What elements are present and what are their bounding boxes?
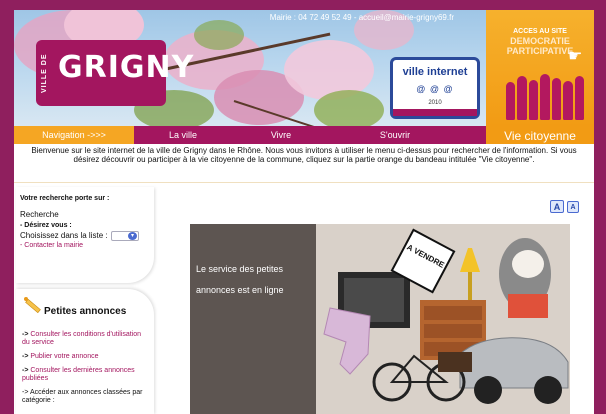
desirez-label: - Désirez vous : bbox=[20, 222, 72, 229]
nav-navigation[interactable]: Navigation ->>> bbox=[14, 126, 134, 144]
contact-info: Mairie : 04 72 49 52 49 - accueil@mairie… bbox=[269, 13, 454, 22]
page: Mairie : 04 72 49 52 49 - accueil@mairie… bbox=[14, 10, 594, 414]
feature-caption-line2: annonces est en ligne bbox=[196, 285, 284, 295]
car-wheel bbox=[534, 376, 562, 404]
crib bbox=[438, 352, 472, 372]
label-footer-stripe bbox=[393, 109, 477, 116]
label-year: 2010 bbox=[428, 100, 442, 106]
link-arrow: -> bbox=[22, 353, 29, 360]
logo-name: GRIGNY bbox=[58, 50, 195, 85]
leaves bbox=[194, 20, 244, 50]
logo[interactable]: VILLE DE GRIGNY bbox=[36, 40, 193, 106]
lamp-shade bbox=[460, 248, 480, 272]
nav-vie-citoyenne[interactable]: Vie citoyenne bbox=[486, 126, 594, 144]
search-label: Votre recherche porte sur : bbox=[20, 195, 110, 202]
logo-prefix: VILLE DE bbox=[41, 53, 48, 93]
annonces-access-text: -> Accéder aux annonces classées par cat… bbox=[22, 389, 143, 404]
democracy-line2: DEMOCRATIE bbox=[510, 36, 570, 46]
font-increase-button[interactable]: A bbox=[550, 200, 564, 213]
leaves bbox=[314, 90, 384, 126]
nav-souvrir[interactable]: S'ouvrir bbox=[356, 126, 434, 144]
democracy-banner[interactable]: ACCES AU SITE DEMOCRATIE PARTICIPATIVE ☛ bbox=[486, 10, 594, 126]
annonces-publier-link[interactable]: -> Publier votre annonce bbox=[22, 353, 148, 361]
label-icons: @ @ @ bbox=[416, 84, 454, 94]
cat-face bbox=[512, 250, 544, 278]
person-silhouette bbox=[575, 76, 584, 120]
annonces-title: Petites annonces bbox=[44, 306, 127, 317]
lamp-stand bbox=[468, 272, 472, 302]
person-silhouette bbox=[517, 76, 527, 120]
sidebar: Votre recherche porte sur : - Désirez vo… bbox=[14, 185, 159, 414]
ville-internet-label: ville internet @ @ @ 2010 bbox=[390, 57, 480, 119]
nav-vivre[interactable]: Vivre bbox=[246, 126, 316, 144]
feature-collage: A VENDRE bbox=[323, 228, 569, 404]
person-silhouette bbox=[563, 81, 573, 120]
car-wheel bbox=[474, 376, 502, 404]
person-silhouette bbox=[540, 74, 550, 120]
pencil-icon bbox=[24, 297, 41, 314]
choose-label: Choisissez dans la liste : bbox=[20, 231, 108, 240]
search-input[interactable] bbox=[20, 209, 82, 220]
annonces-dernieres-link[interactable]: -> Consulter les dernières annonces publ… bbox=[22, 367, 148, 383]
cat-blanket bbox=[508, 294, 548, 318]
link-arrow: -> bbox=[22, 331, 29, 338]
link-text: Consulter les conditions d'utilisation d… bbox=[22, 331, 142, 346]
person-silhouette bbox=[506, 82, 515, 120]
divider bbox=[14, 182, 594, 183]
annonces-conditions-link[interactable]: -> Consulter les conditions d'utilisatio… bbox=[22, 331, 148, 347]
link-text: Publier votre annonce bbox=[30, 353, 99, 360]
feature-image[interactable]: Le service des petites annonces est en l… bbox=[190, 224, 570, 414]
link-arrow: -> bbox=[22, 367, 29, 374]
contact-mairie-link[interactable]: - Contacter la mairie bbox=[20, 242, 83, 249]
person-silhouette bbox=[552, 78, 561, 120]
search-panel: Votre recherche porte sur : - Désirez vo… bbox=[16, 187, 154, 283]
dresser-drawer bbox=[424, 306, 482, 320]
font-decrease-button[interactable]: A bbox=[567, 201, 579, 213]
feature-caption-panel: Le service des petites annonces est en l… bbox=[190, 224, 316, 414]
welcome-text: Bienvenue sur le site internet de la vil… bbox=[31, 146, 577, 164]
person-silhouette bbox=[529, 80, 538, 120]
category-select[interactable]: ▾ bbox=[111, 231, 139, 241]
select-arrow-icon: ▾ bbox=[128, 232, 137, 240]
nav-la-ville[interactable]: La ville bbox=[140, 126, 226, 144]
cursor-icon: ☛ bbox=[568, 48, 583, 65]
annonces-panel: Petites annonces -> Consulter les condit… bbox=[16, 289, 154, 414]
democracy-line1: ACCES AU SITE bbox=[513, 28, 567, 35]
baby-clothes bbox=[323, 307, 371, 375]
feature-caption-line1: Le service des petites bbox=[196, 264, 284, 274]
label-title: ville internet bbox=[402, 66, 468, 78]
dresser-drawer bbox=[424, 324, 482, 338]
link-text: Consulter les dernières annonces publiée… bbox=[22, 367, 135, 382]
header-banner: Mairie : 04 72 49 52 49 - accueil@mairie… bbox=[14, 10, 594, 126]
